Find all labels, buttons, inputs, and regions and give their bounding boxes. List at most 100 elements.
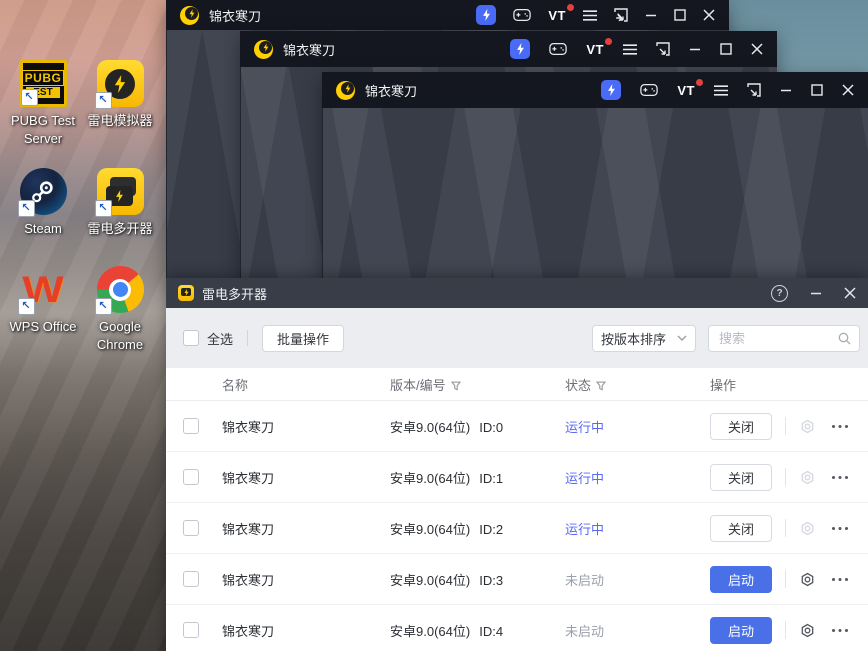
desktop-icon-google-chrome[interactable]: Google Chrome [77, 266, 163, 354]
filter-funnel-icon[interactable] [596, 381, 607, 391]
minimize-button[interactable] [689, 43, 701, 55]
pubg-badge-text: PUBG [21, 69, 65, 86]
filter-funnel-icon[interactable] [450, 381, 461, 391]
settings-gear-icon[interactable] [799, 571, 816, 588]
settings-gear-icon[interactable] [799, 418, 816, 435]
vt-badge[interactable]: VT [548, 3, 574, 23]
instance-id: ID:2 [479, 521, 504, 537]
emulator-titlebar[interactable]: 锦衣寒刀 VT [166, 0, 729, 30]
emulator-titlebar[interactable]: 锦衣寒刀 VT [240, 31, 777, 67]
action-button[interactable]: 关闭 [710, 514, 772, 542]
help-icon[interactable] [771, 284, 788, 302]
instance-version: 安卓9.0(64位) ID:2 [390, 519, 565, 538]
manager-titlebar[interactable]: 雷电多开器 [166, 278, 868, 308]
switch-window-icon[interactable] [614, 8, 628, 22]
emulator-screen [322, 108, 868, 278]
close-button[interactable] [844, 287, 856, 299]
instance-version: 安卓9.0(64位) ID:3 [390, 570, 565, 589]
desktop-icon-steam[interactable]: Steam [0, 168, 86, 238]
ldplayer-logo-icon [254, 39, 273, 59]
notification-dot-icon [696, 78, 703, 86]
gamepad-icon[interactable] [640, 83, 659, 97]
menu-icon[interactable] [583, 9, 597, 21]
boost-icon[interactable] [476, 5, 497, 25]
instance-id: ID:0 [479, 419, 504, 435]
select-all-checkbox[interactable] [183, 330, 199, 346]
menu-icon[interactable] [714, 84, 728, 96]
emulator-titlebar[interactable]: 锦衣寒刀 VT [322, 72, 868, 108]
notification-dot-icon [605, 37, 612, 45]
shortcut-arrow-icon [94, 200, 112, 217]
minimize-button[interactable] [780, 84, 792, 96]
desktop-icon-pubg-test-server[interactable]: PUBG EST PUBG Test Server [0, 60, 86, 148]
gamepad-icon[interactable] [513, 8, 532, 22]
sort-dropdown[interactable]: 按版本排序 [592, 324, 696, 352]
shortcut-arrow-icon [94, 298, 112, 315]
action-button[interactable]: 启动 [710, 565, 772, 593]
more-options-icon[interactable] [831, 424, 849, 429]
search-icon[interactable] [838, 332, 851, 345]
header-operation: 操作 [710, 377, 737, 393]
action-button[interactable]: 启动 [710, 616, 772, 644]
boost-icon[interactable] [510, 39, 531, 59]
instance-name: 锦衣寒刀 [222, 521, 275, 537]
row-checkbox[interactable] [183, 622, 199, 638]
instance-name: 锦衣寒刀 [222, 623, 275, 639]
menu-icon[interactable] [623, 43, 637, 55]
more-options-icon[interactable] [831, 475, 849, 480]
search-input[interactable] [717, 329, 838, 347]
ldplayer-emulator-icon [94, 60, 144, 109]
desktop-icon-wps-office[interactable]: W WPS Office [0, 266, 86, 336]
ld-multi-instance-icon [178, 285, 194, 301]
search-box [708, 324, 860, 352]
instance-id: ID:1 [479, 470, 504, 486]
instance-status: 运行中 [565, 470, 605, 486]
settings-gear-icon[interactable] [799, 469, 816, 486]
multi-instance-manager-window: 雷电多开器 全选 批量操作 按版本排序 [166, 278, 868, 651]
vt-badge[interactable]: VT [677, 78, 703, 98]
row-checkbox[interactable] [183, 520, 199, 536]
boost-icon[interactable] [601, 80, 622, 100]
more-options-icon[interactable] [831, 628, 849, 633]
desktop-icon-ldplayer[interactable]: 雷电模拟器 [77, 60, 163, 130]
ld-multi-instance-icon [94, 168, 144, 217]
desktop-icon-ld-multi-instance[interactable]: 雷电多开器 [77, 168, 163, 238]
divider [785, 417, 786, 435]
switch-window-icon[interactable] [656, 42, 670, 56]
row-checkbox[interactable] [183, 469, 199, 485]
vt-badge[interactable]: VT [586, 37, 612, 57]
header-name: 名称 [222, 377, 249, 393]
settings-gear-icon[interactable] [799, 622, 816, 639]
maximize-button[interactable] [720, 43, 732, 55]
close-button[interactable] [842, 84, 854, 96]
settings-gear-icon[interactable] [799, 520, 816, 537]
table-row: 锦衣寒刀 安卓9.0(64位) ID:0 运行中 关闭 [166, 401, 868, 452]
instance-id: ID:4 [479, 623, 504, 639]
batch-operation-button[interactable]: 批量操作 [262, 324, 345, 352]
more-options-icon[interactable] [831, 526, 849, 531]
action-button[interactable]: 关闭 [710, 412, 772, 440]
version-text: 安卓9.0(64位) [390, 521, 471, 537]
shortcut-arrow-icon [20, 89, 38, 106]
maximize-button[interactable] [674, 9, 686, 21]
close-button[interactable] [703, 9, 715, 21]
close-button[interactable] [751, 43, 763, 55]
row-checkbox[interactable] [183, 571, 199, 587]
icon-label: 雷电模拟器 [87, 113, 153, 128]
action-button[interactable]: 关闭 [710, 463, 772, 491]
instance-status: 运行中 [565, 521, 605, 537]
minimize-button[interactable] [810, 287, 822, 299]
version-text: 安卓9.0(64位) [390, 419, 471, 435]
more-options-icon[interactable] [831, 577, 849, 582]
gamepad-icon[interactable] [549, 42, 568, 56]
icon-label: Google Chrome [96, 319, 144, 353]
window-title: 锦衣寒刀 [283, 42, 336, 58]
row-checkbox[interactable] [183, 418, 199, 434]
switch-window-icon[interactable] [747, 83, 761, 97]
minimize-button[interactable] [645, 9, 657, 21]
window-title: 雷电多开器 [202, 286, 268, 302]
shortcut-arrow-icon [94, 92, 112, 109]
version-text: 安卓9.0(64位) [390, 623, 471, 639]
version-text: 安卓9.0(64位) [390, 470, 471, 486]
maximize-button[interactable] [811, 84, 823, 96]
